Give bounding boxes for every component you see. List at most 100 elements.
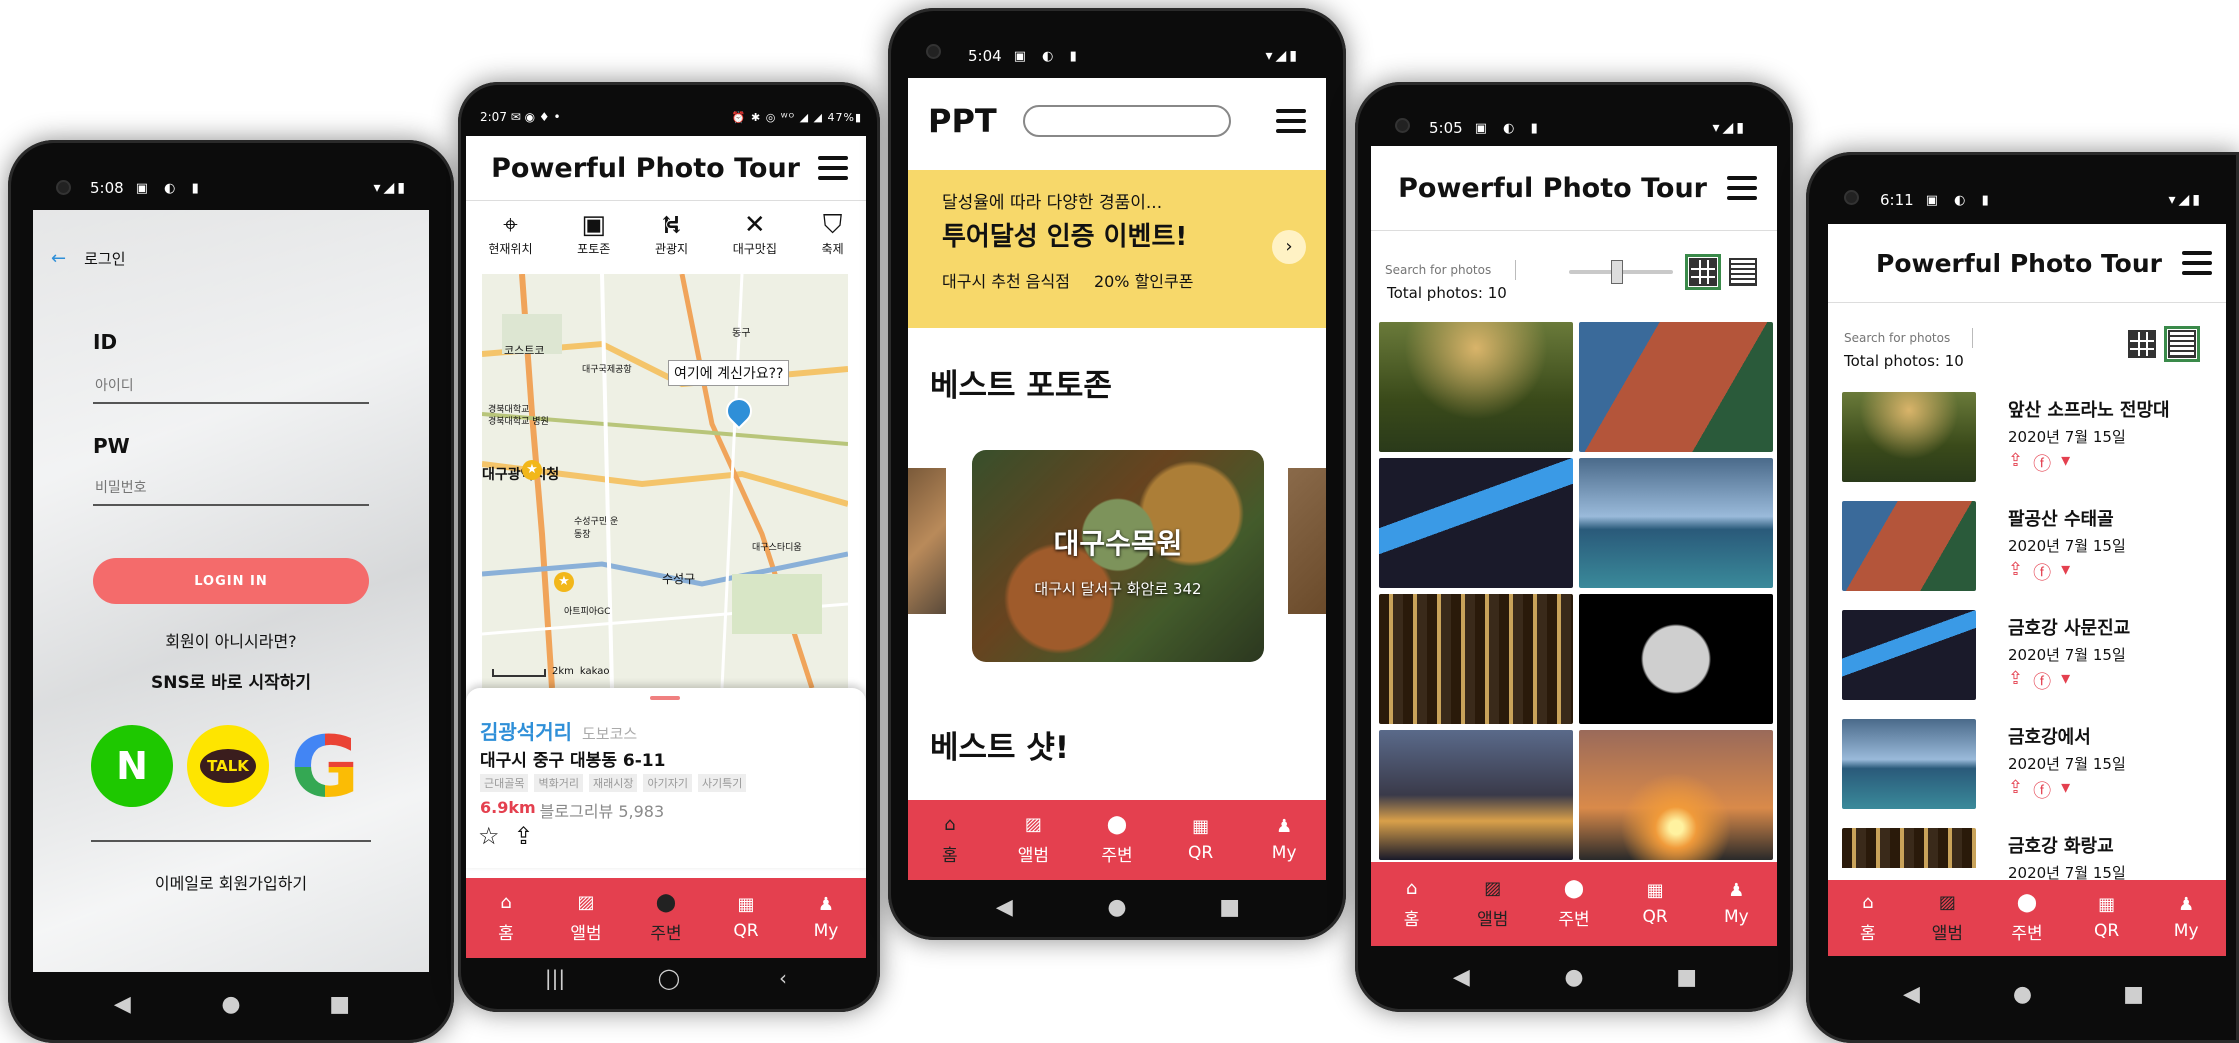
share-icon[interactable]: ⇪ <box>514 822 534 850</box>
naver-login-button[interactable]: N <box>91 725 173 807</box>
tag[interactable]: 벽화거리 <box>534 774 583 792</box>
home-nav-icon[interactable]: ● <box>1087 895 1147 920</box>
place-name[interactable]: 김광석거리 <box>480 716 572 745</box>
list-item[interactable]: 금호강에서 2020년 7월 15일 ⇪ ⓕ ▾ <box>1842 719 2226 819</box>
recents-nav-icon[interactable]: ■ <box>1200 895 1260 920</box>
menu-icon[interactable] <box>2182 251 2212 275</box>
grid-view-icon[interactable] <box>1685 254 1721 290</box>
tag[interactable]: 아기자기 <box>643 774 692 792</box>
share-icon[interactable]: ⇪ <box>2008 450 2023 476</box>
tab-album[interactable]: ▨ 앨범 <box>1458 878 1528 930</box>
tab-home[interactable]: ⌂ 홈 <box>1377 878 1447 930</box>
place-sheet[interactable]: 김광석거리 도보코스 대구시 중구 대봉동 6-11 근대골목 벽화거리 재래시… <box>466 688 866 868</box>
menu-icon[interactable] <box>818 156 848 180</box>
facebook-icon[interactable]: ⓕ <box>2033 668 2051 694</box>
email-signup-link[interactable]: 이메일로 회원가입하기 <box>33 870 429 894</box>
tab-home[interactable]: ⌂ 홈 <box>1833 892 1903 944</box>
carousel-next-card[interactable] <box>1288 468 1326 614</box>
tab-nearby[interactable]: ⬤ 주변 <box>631 892 701 944</box>
category-festival[interactable]: ⛉ 축제 <box>822 210 844 257</box>
tab-my[interactable]: ♟ My <box>791 895 861 942</box>
tab-qr[interactable]: ▦ QR <box>2072 895 2142 942</box>
list-item[interactable]: 팔공산 수태골 2020년 7월 15일 ⇪ ⓕ ▾ <box>1842 501 2226 601</box>
photo-thumb-sunset[interactable] <box>1579 730 1773 860</box>
tag[interactable]: 재래시장 <box>588 774 638 792</box>
tab-my[interactable]: ♟ My <box>1701 881 1771 928</box>
star-marker-icon[interactable]: ★ <box>554 572 574 592</box>
list-item[interactable]: 앞산 소프라노 전망대 2020년 7월 15일 ⇪ ⓕ ▾ <box>1842 392 2226 492</box>
menu-icon[interactable] <box>1276 109 1306 133</box>
star-favorite-icon[interactable]: ☆ <box>478 822 500 850</box>
facebook-icon[interactable]: ⓕ <box>2033 559 2051 585</box>
sheet-handle[interactable] <box>650 696 680 700</box>
back-nav-icon[interactable]: ◀ <box>92 992 152 1017</box>
tab-qr[interactable]: ▦ QR <box>711 895 781 942</box>
star-marker-icon[interactable]: ★ <box>522 460 542 480</box>
tab-qr[interactable]: ▦ QR <box>1620 881 1690 928</box>
pw-input[interactable] <box>93 472 369 506</box>
tab-album[interactable]: ▨ 앨범 <box>998 814 1068 866</box>
photo-thumb-sea[interactable] <box>1579 458 1773 588</box>
tab-my[interactable]: ♟ My <box>2151 895 2221 942</box>
carousel-prev-card[interactable] <box>908 468 946 614</box>
size-slider[interactable] <box>1569 260 1673 284</box>
category-tourist-spot[interactable]: ⛕ 관광지 <box>655 210 688 257</box>
tab-qr[interactable]: ▦ QR <box>1166 817 1236 864</box>
search-input[interactable] <box>1844 328 1973 348</box>
tab-my[interactable]: ♟ My <box>1249 817 1319 864</box>
tab-nearby[interactable]: ⬤ 주변 <box>1992 892 2062 944</box>
back-row[interactable]: ← 로그인 <box>51 248 126 269</box>
list-view-icon[interactable] <box>1729 258 1757 286</box>
share-icon[interactable]: ⇪ <box>2008 777 2023 803</box>
recents-nav-icon[interactable]: ||| <box>525 966 585 990</box>
tab-nearby[interactable]: ⬤ 주변 <box>1539 878 1609 930</box>
recents-nav-icon[interactable]: ■ <box>1657 965 1717 990</box>
back-nav-icon[interactable]: ◀ <box>974 895 1034 920</box>
search-input[interactable] <box>1385 260 1516 280</box>
tab-nearby[interactable]: ⬤ 주변 <box>1082 814 1152 866</box>
chevron-right-icon[interactable]: › <box>1272 230 1306 264</box>
share-icon[interactable]: ⇪ <box>2008 559 2023 585</box>
category-photozone[interactable]: ▣ 포토존 <box>577 210 610 257</box>
photo-thumb-cliff[interactable] <box>1579 322 1773 452</box>
google-login-button[interactable]: G <box>283 725 367 809</box>
photo-thumb-tree[interactable] <box>1379 322 1573 452</box>
bookmark-icon[interactable]: ▾ <box>2061 559 2070 585</box>
recents-nav-icon[interactable]: ■ <box>310 992 370 1017</box>
photo-thumb-moon[interactable] <box>1579 594 1773 724</box>
back-nav-icon[interactable]: ‹ <box>753 966 813 990</box>
bookmark-icon[interactable]: ▾ <box>2061 668 2070 694</box>
home-nav-icon[interactable]: ● <box>1544 965 1604 990</box>
slider-thumb[interactable] <box>1611 260 1624 284</box>
list-view-icon[interactable] <box>2164 326 2200 362</box>
bookmark-icon[interactable]: ▾ <box>2061 777 2070 803</box>
facebook-icon[interactable]: ⓕ <box>2033 777 2051 803</box>
tab-album[interactable]: ▨ 앨범 <box>1912 892 1982 944</box>
back-nav-icon[interactable]: ◀ <box>1431 965 1491 990</box>
search-input[interactable] <box>1022 105 1231 137</box>
grid-view-icon[interactable] <box>2128 330 2156 358</box>
login-button[interactable]: LOGIN IN <box>93 558 369 604</box>
home-nav-icon[interactable]: ● <box>1993 982 2053 1007</box>
map-view[interactable]: 코스트코 경북대학교 대구국제공항 동구 경북대학교 병원 대구광역시청 수성구… <box>482 274 848 688</box>
category-restaurants[interactable]: ✕ 대구맛집 <box>733 210 777 257</box>
home-nav-icon[interactable]: ● <box>201 992 261 1017</box>
recents-nav-icon[interactable]: ■ <box>2104 982 2164 1007</box>
id-input[interactable] <box>93 370 369 404</box>
home-nav-icon[interactable]: ◯ <box>639 966 699 990</box>
bookmark-icon[interactable]: ▾ <box>2061 450 2070 476</box>
tab-album[interactable]: ▨ 앨범 <box>551 892 621 944</box>
photozone-card[interactable]: 대구수목원 대구시 달서구 화암로 342 <box>972 450 1264 662</box>
map-popup[interactable]: 여기에 계신가요?? <box>668 360 790 386</box>
photo-thumb-forest[interactable] <box>1379 594 1573 724</box>
back-nav-icon[interactable]: ◀ <box>1882 982 1942 1007</box>
photo-thumb-river-aerial[interactable] <box>1379 458 1573 588</box>
event-banner[interactable]: 달성율에 따라 다양한 경품이... 투어달성 인증 이벤트! 대구시 추천 음… <box>908 170 1326 328</box>
category-current-location[interactable]: ⌖ 현재위치 <box>488 210 532 257</box>
kakao-login-button[interactable]: TALK <box>187 725 269 807</box>
tab-home[interactable]: ⌂ 홈 <box>915 814 985 866</box>
tab-home[interactable]: ⌂ 홈 <box>471 892 541 944</box>
tag[interactable]: 사기특기 <box>697 774 747 792</box>
facebook-icon[interactable]: ⓕ <box>2033 450 2051 476</box>
list-item[interactable]: 금호강 사문진교 2020년 7월 15일 ⇪ ⓕ ▾ <box>1842 610 2226 710</box>
